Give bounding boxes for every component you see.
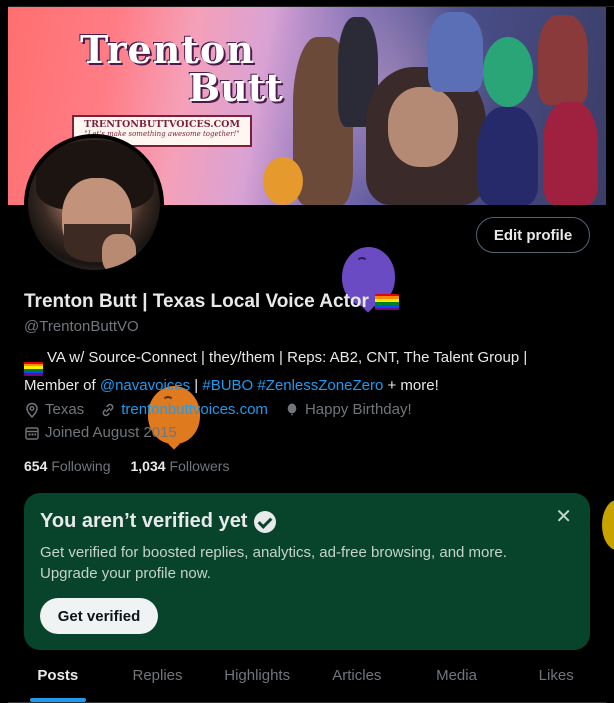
- tab-posts[interactable]: Posts: [8, 655, 108, 702]
- banner-character: [428, 12, 483, 92]
- following-count: 654: [24, 458, 48, 474]
- profile-avatar[interactable]: [24, 134, 164, 274]
- avatar-hand: [102, 234, 136, 270]
- tab-replies[interactable]: Replies: [108, 655, 208, 702]
- banner-character: [263, 157, 303, 205]
- banner-character: [483, 37, 533, 107]
- balloon-shine: [356, 257, 368, 269]
- pride-flag-icon: [374, 293, 399, 311]
- display-name: Trenton Butt | Texas Local Voice Actor: [24, 291, 369, 312]
- joined-item: Joined August 2015: [24, 424, 177, 441]
- tab-highlights[interactable]: Highlights: [207, 655, 307, 702]
- calendar-icon: [25, 426, 39, 440]
- followers-count: 1,034: [130, 458, 166, 474]
- bio-hashtag-zzz[interactable]: #ZenlessZoneZero: [257, 377, 383, 394]
- followers-link[interactable]: 1,034 Followers: [131, 458, 230, 474]
- location-pin-icon: [26, 402, 38, 418]
- joined-text: Joined August 2015: [45, 424, 177, 441]
- tab-articles[interactable]: Articles: [307, 655, 407, 702]
- banner-character: [538, 15, 588, 105]
- edit-profile-button[interactable]: Edit profile: [476, 217, 590, 253]
- profile-tabs: Posts Replies Highlights Articles Media …: [8, 655, 606, 703]
- banner-character: [478, 107, 538, 205]
- following-label: Following: [51, 458, 111, 474]
- window-left-edge: [0, 0, 8, 703]
- pride-flag-icon: [24, 361, 43, 376]
- website-link[interactable]: trentonbuttvoices.com: [121, 401, 268, 418]
- bio-mention-link[interactable]: @navavoices: [100, 377, 190, 394]
- offscreen-balloon-icon: [602, 500, 614, 550]
- location-item: Texas: [24, 401, 84, 418]
- banner-title-line2: Butt: [188, 65, 283, 110]
- banner-character: [543, 102, 598, 205]
- following-link[interactable]: 654 Following: [24, 458, 111, 474]
- birthday-item: Happy Birthday!: [284, 401, 412, 418]
- bio-hashtag-bubo[interactable]: #BUBO: [202, 377, 253, 394]
- banner-url: TRENTONBUTTVOICES.COM: [84, 119, 240, 130]
- verified-badge-icon: [254, 510, 277, 533]
- profile-handle: @TrentonButtVO: [24, 318, 139, 335]
- tab-likes[interactable]: Likes: [506, 655, 606, 702]
- link-icon: [102, 403, 114, 416]
- tab-media[interactable]: Media: [407, 655, 507, 702]
- follow-stats: 654 Following 1,034 Followers: [24, 458, 229, 474]
- banner-character: [388, 87, 458, 167]
- verification-card: You aren’t verified yet Get verified for…: [24, 493, 590, 650]
- birthday-text: Happy Birthday!: [304, 401, 412, 418]
- bio-line2-prefix: Member of: [24, 376, 100, 394]
- bio-line1: VA w/ Source-Connect | they/them | Reps:…: [47, 349, 528, 366]
- profile-bio: VA w/ Source-Connect | they/them | Reps:…: [24, 349, 528, 394]
- window-top-edge: [0, 0, 614, 7]
- verification-description: Get verified for boosted replies, analyt…: [40, 544, 507, 582]
- profile-name-row: Trenton Butt | Texas Local Voice Actor: [24, 291, 399, 313]
- location-text: Texas: [45, 401, 85, 418]
- profile-meta-row: Texas trentonbuttvoices.com Happy Birthd…: [24, 401, 424, 418]
- close-icon[interactable]: ✕: [555, 507, 572, 527]
- followers-label: Followers: [169, 458, 230, 474]
- balloon-icon: [287, 403, 297, 416]
- verification-title-row: You aren’t verified yet: [40, 510, 277, 533]
- website-item[interactable]: trentonbuttvoices.com: [100, 401, 268, 418]
- get-verified-button[interactable]: Get verified: [40, 598, 158, 634]
- verification-title: You aren’t verified yet: [40, 510, 248, 532]
- bio-suffix: + more!: [383, 376, 439, 394]
